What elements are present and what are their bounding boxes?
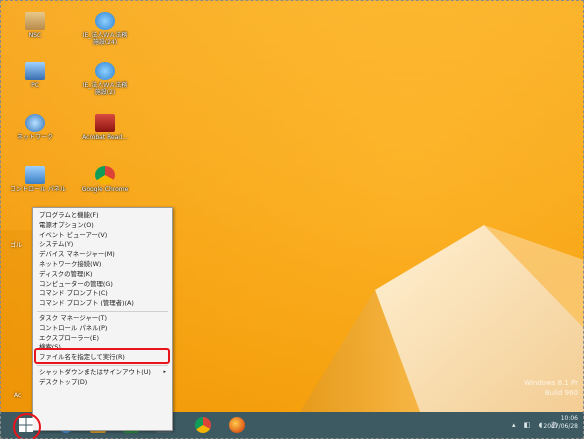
winx-context-menu: プログラムと機能(F) 電源オプション(O) イベント ビューアー(V) システ… [32, 207, 173, 431]
acrobat-icon [95, 114, 115, 132]
desktop-icon-ie-1[interactable]: IE_法人ＷＡ法務 施設(24) [80, 12, 130, 46]
desktop-icon-acrobat[interactable]: Acrobat Read... [80, 114, 130, 141]
desktop-icon-control-panel[interactable]: コントロール パネル [10, 166, 66, 193]
desktop-icon-label: Google Chrome [81, 186, 129, 193]
computer-icon [25, 62, 45, 80]
partial-desktop-label: Ac [14, 392, 22, 399]
submenu-arrow-icon: ▸ [163, 368, 166, 375]
clock-date: 2017/06/28 [543, 423, 578, 430]
firefox-taskbar-icon[interactable] [229, 417, 245, 433]
menu-item-shutdown-signout[interactable]: シャットダウンまたはサインアウト(U) ▸ [33, 368, 172, 378]
desktop-icon-label: IE_法人ＷＡ法務 施設(2) [82, 82, 128, 96]
menu-separator [37, 310, 168, 312]
menu-item-control-panel[interactable]: コントロール パネル(P) [33, 324, 172, 334]
taskbar-clock[interactable]: 10:06 2017/06/28 [543, 415, 578, 431]
desktop-icon-label: コントロール パネル [10, 186, 66, 193]
control-panel-icon [25, 166, 45, 184]
desktop-icon-nsc[interactable]: NSC [10, 12, 60, 39]
clock-time: 10:06 [560, 415, 578, 422]
start-button-highlight-circle [13, 413, 41, 439]
desktop-icon-ie-2[interactable]: IE_法人ＷＡ法務 施設(2) [80, 62, 130, 96]
chrome-taskbar-icon[interactable] [195, 417, 211, 433]
menu-item-programs-features[interactable]: プログラムと機能(F) [33, 211, 172, 221]
menu-item-computer-management[interactable]: コンピューターの管理(G) [33, 280, 172, 290]
chrome-icon [95, 166, 115, 184]
menu-item-power-options[interactable]: 電源オプション(O) [33, 221, 172, 231]
desktop-icon-label: Acrobat Read... [82, 134, 128, 141]
menu-item-explorer[interactable]: エクスプローラー(E) [33, 334, 172, 344]
menu-item-label: シャットダウンまたはサインアウト(U) [39, 367, 151, 376]
menu-item-disk-management[interactable]: ディスクの管理(K) [33, 270, 172, 280]
watermark-line: Build 960 [544, 389, 578, 397]
menu-item-command-prompt-admin[interactable]: コマンド プロンプト (管理者)(A) [33, 299, 172, 309]
ie-shortcut-icon [95, 12, 115, 30]
desktop: NSC IE_法人ＷＡ法務 施設(24) PC IE_法人ＷＡ法務 施設(2) … [0, 0, 584, 439]
menu-item-system[interactable]: システム(Y) [33, 240, 172, 250]
desktop-icon-chrome[interactable]: Google Chrome [80, 166, 130, 193]
menu-item-desktop[interactable]: デスクトップ(D) [33, 378, 172, 388]
control-panel-highlight-box [34, 348, 170, 364]
user-folder-icon [25, 12, 45, 30]
desktop-icon-label: PC [31, 82, 39, 89]
menu-item-device-manager[interactable]: デバイス マネージャー(M) [33, 250, 172, 260]
desktop-icon-network[interactable]: ネットワーク [10, 114, 60, 141]
menu-separator [37, 364, 168, 366]
desktop-icon-label: NSC [28, 32, 42, 39]
desktop-icon-label: ネットワーク [16, 134, 53, 141]
desktop-icon-pc[interactable]: PC [10, 62, 60, 89]
watermark-line: Windows 8.1 Pr [524, 379, 578, 387]
menu-item-event-viewer[interactable]: イベント ビューアー(V) [33, 231, 172, 241]
partial-desktop-label: ゴル [10, 242, 23, 249]
ie-shortcut-icon [95, 62, 115, 80]
menu-item-network-connections[interactable]: ネットワーク接続(W) [33, 260, 172, 270]
windows-watermark: Windows 8.1 Pr Build 960 [524, 378, 578, 398]
network-icon [25, 114, 45, 132]
menu-item-task-manager[interactable]: タスク マネージャー(T) [33, 314, 172, 324]
menu-item-command-prompt[interactable]: コマンド プロンプト(C) [33, 289, 172, 299]
desktop-icon-label: IE_法人ＷＡ法務 施設(24) [82, 32, 128, 46]
